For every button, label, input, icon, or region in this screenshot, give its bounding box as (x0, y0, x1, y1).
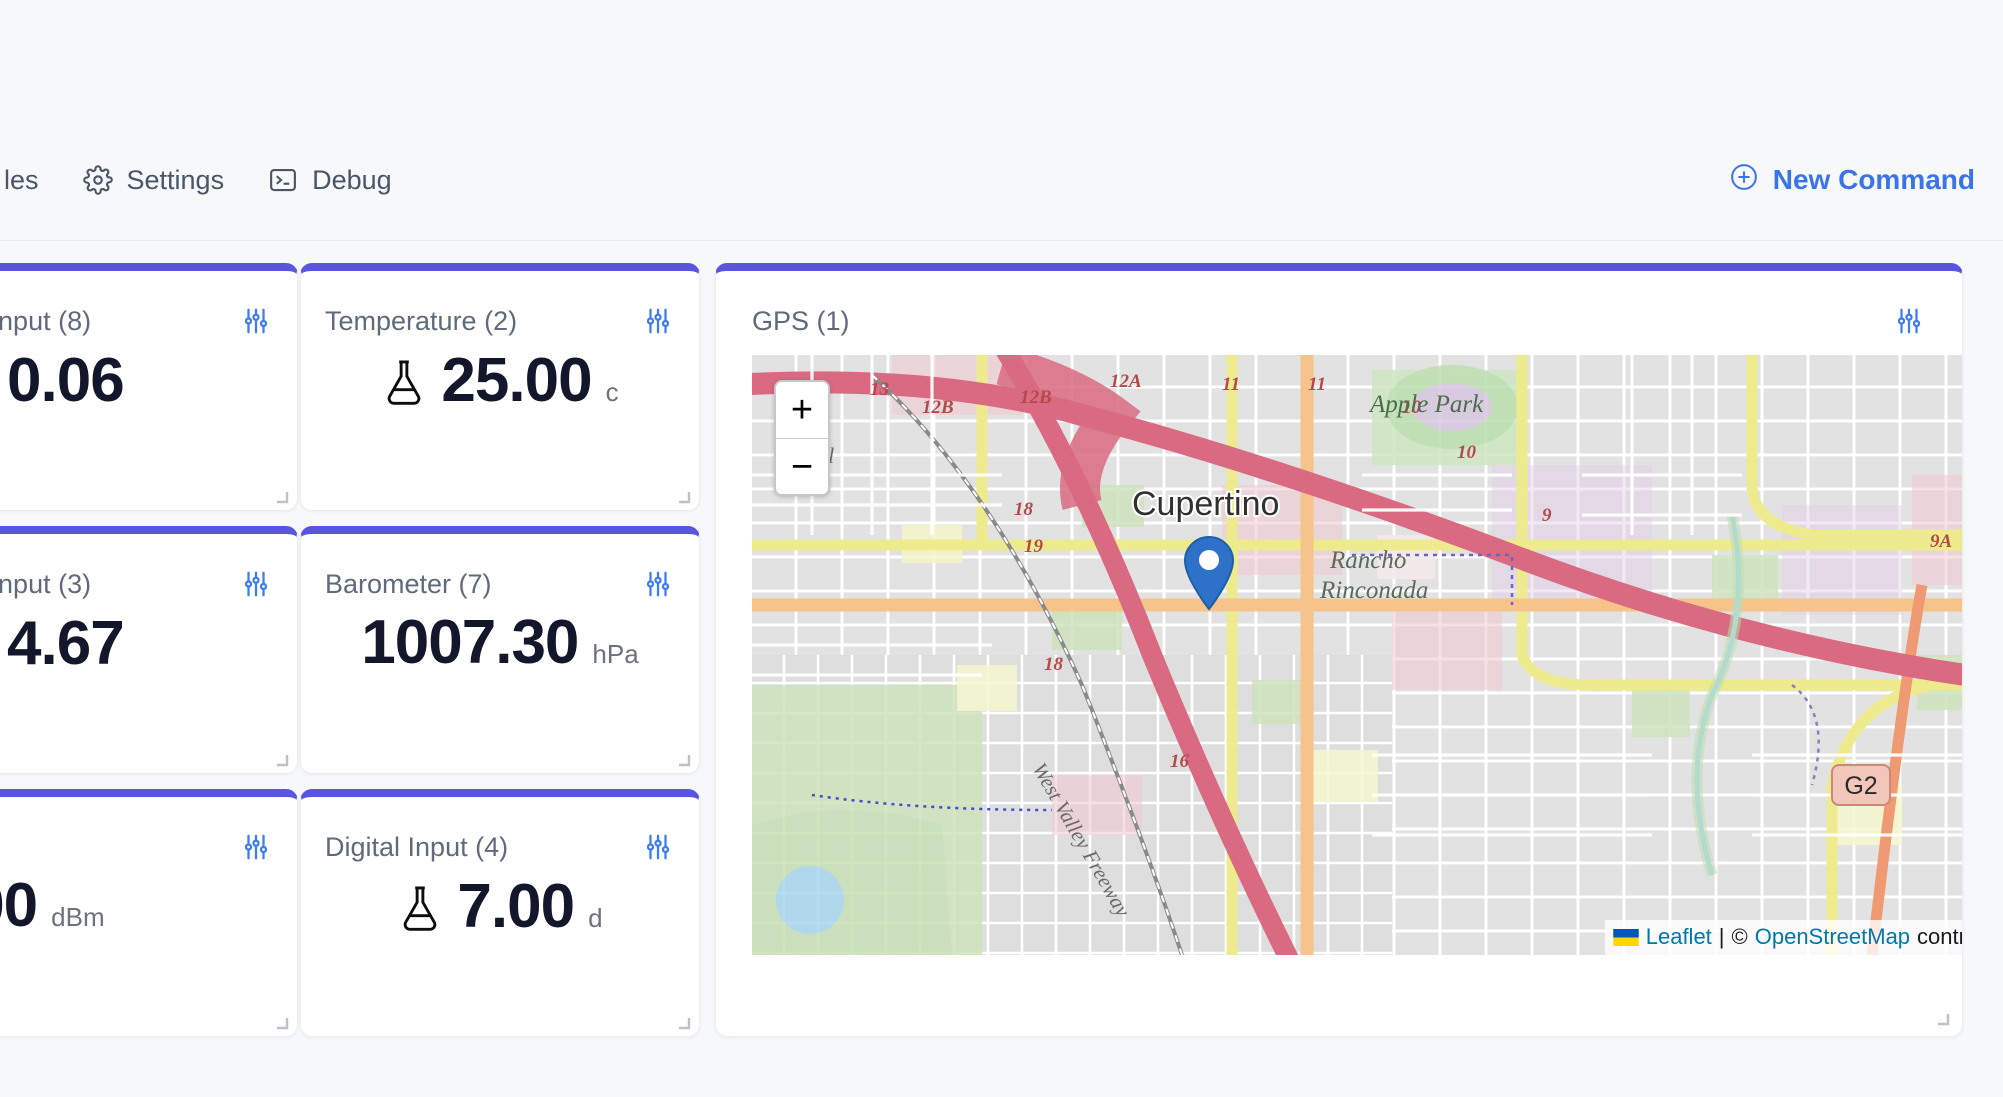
tab-settings-label: Settings (126, 164, 225, 195)
sliders-icon[interactable] (239, 567, 273, 601)
sliders-icon[interactable] (239, 304, 273, 338)
flask-icon (397, 883, 443, 935)
widget-body: 96.00 dBm (0, 875, 297, 937)
toolbar: les Settings Debug New Command (0, 120, 2003, 241)
svg-text:13: 13 (870, 379, 889, 400)
widget-title: Digital Input (4) (325, 831, 509, 862)
map-tiles: 13 12B 12B 12A 11 11 10 10 9 18 19 18 16… (752, 355, 1962, 955)
svg-text:Rancho: Rancho (1329, 547, 1406, 574)
svg-text:10: 10 (1457, 442, 1477, 463)
resize-handle[interactable] (675, 1014, 691, 1030)
resize-handle[interactable] (273, 488, 289, 504)
widget-header: Barometer (7) (301, 564, 699, 604)
map-zoom-controls[interactable]: + − (774, 380, 830, 496)
top-strip: acker) (0, 0, 2003, 120)
svg-text:11: 11 (1222, 374, 1240, 395)
widget-unit: c (605, 377, 619, 407)
svg-text:18: 18 (1014, 499, 1034, 520)
widget-header: og Input (3) (0, 564, 297, 604)
resize-handle[interactable] (273, 1014, 289, 1030)
widget-value: 4.67 (7, 609, 125, 678)
resize-handle[interactable] (675, 751, 691, 767)
widget-card-barometer-7[interactable]: Barometer (7) 1007.30 hPa (300, 526, 700, 774)
sliders-icon[interactable] (239, 830, 273, 864)
resize-handle[interactable] (1934, 1010, 1950, 1026)
widget-header: Temperature (2) (301, 301, 699, 341)
copyright-symbol: © (1731, 924, 1748, 949)
widget-value: 0.06 (7, 346, 125, 415)
widget-unit: d (588, 903, 603, 933)
widget-body: 7.00 d (301, 875, 699, 938)
leaflet-map[interactable]: 13 12B 12B 12A 11 11 10 10 9 18 19 18 16… (752, 355, 1962, 955)
widget-value: 7.00 (457, 872, 575, 941)
widget-card-signal-strength[interactable]: 96.00 dBm (0, 789, 298, 1037)
zoom-in-button[interactable]: + (776, 382, 828, 438)
widget-unit: hPa (592, 639, 639, 669)
sliders-icon[interactable] (641, 567, 675, 601)
widget-value: 25.00 (441, 346, 592, 415)
svg-text:Cupertino: Cupertino (1132, 485, 1279, 523)
svg-text:16: 16 (1170, 751, 1190, 772)
resize-handle[interactable] (675, 488, 691, 504)
leaflet-link[interactable]: Leaflet (1646, 924, 1712, 950)
svg-text:12B: 12B (1020, 387, 1052, 408)
openstreetmap-link[interactable]: OpenStreetMap (1755, 924, 1910, 950)
widget-title: Barometer (7) (325, 568, 492, 599)
svg-text:12A: 12A (1110, 371, 1142, 392)
svg-text:18: 18 (1044, 654, 1064, 675)
svg-text:11: 11 (1308, 374, 1326, 395)
widget-header: og Input (8) (0, 301, 297, 341)
new-command-button[interactable]: New Command (1729, 120, 1975, 240)
svg-text:G2: G2 (1844, 772, 1877, 800)
widget-card-digital-input-4[interactable]: Digital Input (4) 7.00 d (300, 789, 700, 1037)
toolbar-left-group: les Settings Debug (0, 120, 414, 240)
gear-icon (82, 165, 113, 195)
dashboard-canvas: og Input (8) 0.06 (0, 241, 2003, 1097)
terminal-icon (268, 165, 298, 195)
widget-value: 1007.30 (361, 608, 579, 677)
svg-text:9A: 9A (1930, 531, 1952, 552)
widget-title: Temperature (2) (325, 305, 518, 336)
plus-circle-icon (1729, 162, 1759, 199)
widget-title: og Input (8) (0, 305, 92, 336)
widget-title: og Input (3) (0, 568, 92, 599)
attribution-suffix: contributors (1917, 924, 1962, 949)
svg-text:12B: 12B (922, 397, 954, 418)
widget-body: 1007.30 hPa (301, 612, 699, 674)
widget-body: 0.06 (0, 349, 297, 412)
sliders-icon[interactable] (641, 304, 675, 338)
widget-body: 25.00 c (301, 349, 699, 412)
svg-text:Apple Park: Apple Park (1368, 391, 1484, 418)
resize-handle[interactable] (273, 751, 289, 767)
attribution-separator: | (1718, 924, 1725, 949)
svg-text:19: 19 (1024, 536, 1044, 557)
svg-text:9: 9 (1542, 505, 1552, 526)
widget-unit: dBm (51, 902, 105, 932)
flask-icon (381, 357, 427, 409)
widget-card-gps-1[interactable]: GPS (1) 13 12B 12B 12A 11 11 10 10 9 18 … (715, 263, 1963, 1037)
ukraine-flag-icon (1612, 928, 1639, 946)
map-attribution: Leaflet | © OpenStreetMap contributors (1604, 920, 1962, 955)
widget-card-analog-input-8[interactable]: og Input (8) 0.06 (0, 263, 298, 511)
widget-body: 4.67 (0, 612, 297, 675)
tab-rules-label: les (4, 164, 39, 195)
sliders-icon[interactable] (641, 830, 675, 864)
tab-debug-label: Debug (312, 164, 392, 195)
widget-value: 96.00 (0, 871, 38, 940)
tab-settings[interactable]: Settings (61, 120, 247, 240)
gps-header: GPS (1) (716, 301, 1962, 341)
zoom-out-button[interactable]: − (776, 438, 828, 494)
map-pin-marker[interactable] (1183, 535, 1235, 616)
tab-rules[interactable]: les (0, 120, 61, 240)
widget-card-analog-input-3[interactable]: og Input (3) 4.67 (0, 526, 298, 774)
widget-header: Digital Input (4) (301, 827, 699, 867)
widget-card-temperature-2[interactable]: Temperature (2) 25.00 c (300, 263, 700, 511)
new-command-label: New Command (1772, 164, 1975, 195)
gps-title: GPS (1) (752, 305, 850, 336)
svg-text:Rinconada: Rinconada (1319, 577, 1428, 604)
sliders-icon[interactable] (1892, 304, 1926, 338)
widget-header (0, 827, 297, 867)
tab-debug[interactable]: Debug (246, 120, 414, 240)
